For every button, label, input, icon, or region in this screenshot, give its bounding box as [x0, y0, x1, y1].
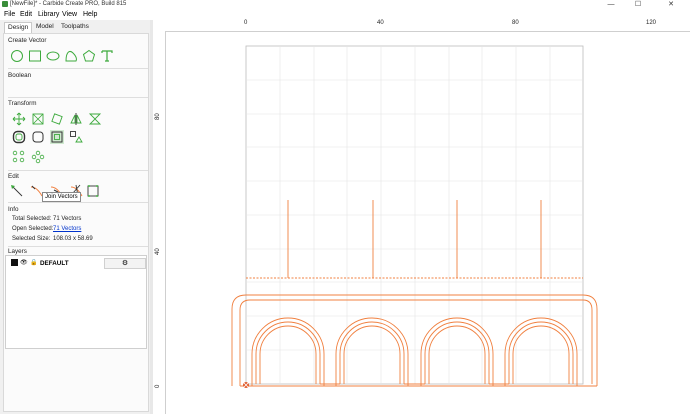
- ruler-label: 40: [155, 248, 161, 255]
- ruler-label: 40: [377, 20, 384, 26]
- ruler-label: 0: [155, 384, 161, 388]
- canvas-drawing: [153, 45, 598, 389]
- ruler-label: 120: [646, 20, 657, 26]
- top-ruler: 0 40 80 120: [153, 20, 690, 32]
- origin-marker: [242, 381, 250, 389]
- ruler-label: 80: [155, 113, 161, 120]
- left-ruler: 80 40 0: [153, 31, 166, 414]
- ruler-label: 80: [512, 20, 519, 26]
- ruler-label: 0: [244, 20, 248, 26]
